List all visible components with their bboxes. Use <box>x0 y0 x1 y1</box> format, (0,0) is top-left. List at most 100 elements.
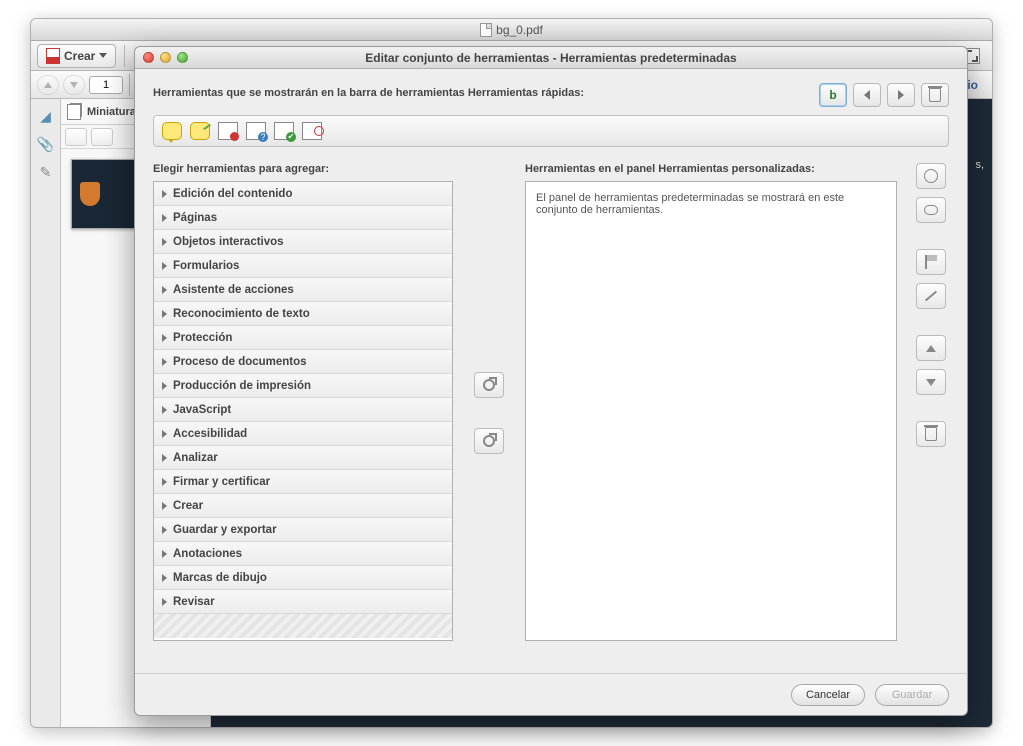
right-heading: Herramientas en el panel Herramientas pe… <box>525 163 897 175</box>
page-number-input[interactable] <box>89 76 123 94</box>
category-row[interactable]: Protección <box>154 326 452 350</box>
next-toolset-button[interactable] <box>887 83 915 107</box>
edit-button[interactable] <box>916 283 946 309</box>
category-label: JavaScript <box>173 404 231 416</box>
move-down-button[interactable] <box>916 369 946 395</box>
right-column: Herramientas en el panel Herramientas pe… <box>525 163 897 663</box>
attachment-icon[interactable]: 📎 <box>37 135 55 153</box>
triangle-down-icon <box>926 379 936 386</box>
disclosure-triangle-icon <box>162 334 167 342</box>
save-button[interactable]: Guardar <box>875 684 949 706</box>
category-row[interactable]: Crear <box>154 494 452 518</box>
add-to-toolbar-button[interactable] <box>474 372 504 398</box>
list-empty-area <box>154 614 452 638</box>
dialog-titlebar[interactable]: Editar conjunto de herramientas - Herram… <box>135 47 967 69</box>
page-down-button[interactable] <box>63 75 85 95</box>
category-label: Guardar y exportar <box>173 524 277 536</box>
category-row[interactable]: Formularios <box>154 254 452 278</box>
category-label: Páginas <box>173 212 217 224</box>
sticky-note-tool-icon[interactable] <box>162 122 182 140</box>
delete-toolset-button[interactable] <box>921 83 949 107</box>
category-label: Formularios <box>173 260 239 272</box>
bookmark-icon[interactable]: ◢ <box>37 107 55 125</box>
category-label: Analizar <box>173 452 218 464</box>
category-label: Producción de impresión <box>173 380 311 392</box>
add-to-panel-button[interactable] <box>474 428 504 454</box>
shield-icon <box>80 182 100 206</box>
category-row[interactable]: Producción de impresión <box>154 374 452 398</box>
category-label: Edición del contenido <box>173 188 292 200</box>
quick-tools-prompt: Herramientas que se mostrarán en la barr… <box>153 83 809 99</box>
category-row[interactable]: Firmar y certificar <box>154 470 452 494</box>
link-button[interactable] <box>916 197 946 223</box>
cancel-button[interactable]: Cancelar <box>791 684 865 706</box>
category-label: Proceso de documentos <box>173 356 307 368</box>
flag-icon <box>925 255 937 269</box>
quick-tools-toolbar <box>153 115 949 147</box>
left-heading: Elegir herramientas para agregar: <box>153 163 453 175</box>
signatures-icon[interactable]: ✎ <box>37 163 55 181</box>
disclosure-triangle-icon <box>162 286 167 294</box>
section-button[interactable] <box>916 163 946 189</box>
category-row[interactable]: Proceso de documentos <box>154 350 452 374</box>
category-row[interactable]: JavaScript <box>154 398 452 422</box>
category-label: Reconocimiento de texto <box>173 308 310 320</box>
category-row[interactable]: Marcas de dibujo <box>154 566 452 590</box>
toolbar-separator <box>129 74 130 96</box>
chain-icon <box>924 205 938 215</box>
disclosure-triangle-icon <box>162 454 167 462</box>
window-titlebar: bg_0.pdf <box>31 19 992 41</box>
category-label: Marcas de dibujo <box>173 572 267 584</box>
category-label: Revisar <box>173 596 215 608</box>
categories-list[interactable]: Edición del contenido Páginas Objetos inte… <box>153 181 453 641</box>
category-row[interactable]: Analizar <box>154 446 452 470</box>
create-button[interactable]: Crear <box>37 44 116 68</box>
toolbar-separator <box>124 45 125 67</box>
category-row[interactable]: Páginas <box>154 206 452 230</box>
category-label: Firmar y certificar <box>173 476 270 488</box>
document-text-fragment: s, <box>975 159 984 171</box>
dialog-body: Herramientas que se mostrarán en la barr… <box>135 69 967 673</box>
toolset-select-button[interactable]: b <box>819 83 847 107</box>
disclosure-triangle-icon <box>162 478 167 486</box>
page-export-tool-icon[interactable] <box>302 122 322 140</box>
disclosure-triangle-icon <box>162 574 167 582</box>
triangle-up-icon <box>926 345 936 352</box>
thumb-options-button[interactable] <box>65 128 87 146</box>
move-up-button[interactable] <box>916 335 946 361</box>
category-row[interactable]: Reconocimiento de texto <box>154 302 452 326</box>
page-approve-tool-icon[interactable] <box>274 122 294 140</box>
thumb-view-button[interactable] <box>91 128 113 146</box>
category-row[interactable]: Edición del contenido <box>154 182 452 206</box>
gear-right-icon <box>483 435 495 447</box>
remove-button[interactable] <box>916 421 946 447</box>
toolset-nav-controls: b <box>819 83 949 107</box>
custom-tools-panel[interactable]: El panel de herramientas predeterminadas… <box>525 181 897 641</box>
divider-button[interactable] <box>916 249 946 275</box>
category-row[interactable]: Asistente de acciones <box>154 278 452 302</box>
category-label: Asistente de acciones <box>173 284 294 296</box>
highlight-tool-icon[interactable] <box>190 122 210 140</box>
disclosure-triangle-icon <box>162 598 167 606</box>
page-info-tool-icon[interactable] <box>246 122 266 140</box>
prev-toolset-button[interactable] <box>853 83 881 107</box>
category-row[interactable]: Revisar <box>154 590 452 614</box>
category-label: Protección <box>173 332 232 344</box>
trash-icon <box>925 427 937 441</box>
delete-page-tool-icon[interactable] <box>218 122 238 140</box>
prompt-row: Herramientas que se mostrarán en la barr… <box>153 83 949 107</box>
category-row[interactable]: Anotaciones <box>154 542 452 566</box>
category-row[interactable]: Guardar y exportar <box>154 518 452 542</box>
category-label: Accesibilidad <box>173 428 247 440</box>
gear-up-icon <box>483 379 495 391</box>
arrow-down-icon <box>70 82 78 88</box>
nav-icon-strip: ◢ 📎 ✎ <box>31 99 61 727</box>
page-up-button[interactable] <box>37 75 59 95</box>
disclosure-triangle-icon <box>162 310 167 318</box>
edit-toolset-dialog: Editar conjunto de herramientas - Herram… <box>134 46 968 716</box>
category-row[interactable]: Accesibilidad <box>154 422 452 446</box>
category-row[interactable]: Objetos interactivos <box>154 230 452 254</box>
disclosure-triangle-icon <box>162 430 167 438</box>
disclosure-triangle-icon <box>162 238 167 246</box>
disclosure-triangle-icon <box>162 214 167 222</box>
